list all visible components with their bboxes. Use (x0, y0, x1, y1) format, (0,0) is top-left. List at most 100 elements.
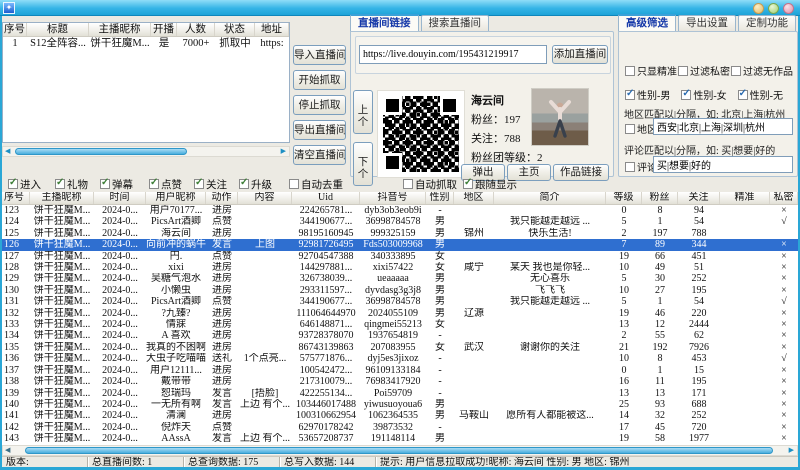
col-region[interactable]: 地区 (454, 192, 494, 204)
checkbox-icon[interactable] (625, 66, 635, 76)
col-index[interactable]: 序号 (2, 192, 30, 204)
export-rooms-button[interactable]: 导出直播间 (293, 120, 346, 140)
toolbar-checkbox[interactable]: 进入 (8, 177, 41, 192)
checkbox-icon[interactable] (678, 66, 688, 76)
main-table-row[interactable]: 136 饼干狂魔M... 2024-0... 大虫子吃喵喵 送礼 1个点亮...… (2, 353, 798, 364)
main-table-row[interactable]: 126 饼干狂魔M... 2024-0... 向前冲的蜗牛 发言 上图 9298… (2, 239, 798, 250)
checkbox-icon[interactable] (625, 162, 635, 172)
col-douyin-id[interactable]: 抖音号 (360, 192, 426, 204)
tab-export-settings[interactable]: 导出设置 (678, 15, 736, 31)
rooms-hscrollbar[interactable]: ◀ ▶ (2, 146, 290, 157)
gender-checkbox[interactable]: 性别-无 (738, 87, 783, 102)
rooms-col-index[interactable]: 序号 (3, 23, 27, 36)
col-precise[interactable]: 精准 (720, 192, 770, 204)
rooms-col-url[interactable]: 地址 (255, 23, 289, 36)
main-hscrollbar-thumb[interactable] (25, 447, 773, 454)
toolbar-checkbox[interactable]: 点赞 (149, 177, 182, 192)
rooms-col-status[interactable]: 状态 (215, 23, 255, 36)
toolbar-checkbox[interactable]: 自动抓取 (403, 177, 457, 192)
main-table-row[interactable]: 127 饼干狂魔M... 2024-0... 円. 点赞 92704547388… (2, 251, 798, 262)
prev-room-button[interactable]: 上个 (353, 90, 373, 134)
col-private[interactable]: 私密 (770, 192, 798, 204)
toolbar-checkbox[interactable]: 礼物 (55, 177, 88, 192)
main-table-row[interactable]: 129 饼干狂魔M... 2024-0... 吴糖气泡水 进房 32673803… (2, 273, 798, 284)
checkbox-icon[interactable] (100, 179, 110, 189)
checkbox-icon[interactable] (625, 90, 635, 100)
checkbox-icon[interactable] (55, 179, 65, 189)
main-table-row[interactable]: 123 饼干狂魔M... 2024-0... 用户70177... 进房 224… (2, 205, 798, 216)
col-uid[interactable]: Uid (292, 192, 360, 204)
checkbox-icon[interactable] (194, 179, 204, 189)
main-table-row[interactable]: 143 饼干狂魔M... 2024-0... AAssA 发言 上边 有个...… (2, 433, 798, 444)
rooms-hscrollbar-thumb[interactable] (15, 148, 187, 155)
col-action[interactable]: 动作 (206, 192, 238, 204)
col-level[interactable]: 等级 (606, 192, 642, 204)
col-fans[interactable]: 粉丝 (642, 192, 678, 204)
tab-custom-functions[interactable]: 定制功能 (738, 15, 796, 31)
main-table-row[interactable]: 130 饼干狂魔M... 2024-0... 小懒虫 进房 293311597.… (2, 285, 798, 296)
col-follows[interactable]: 关注 (678, 192, 720, 204)
minimize-button[interactable] (753, 3, 764, 14)
close-button[interactable] (783, 3, 794, 14)
rooms-col-title[interactable]: 标题 (27, 23, 89, 36)
toolbar-checkbox[interactable]: 弹幕 (100, 177, 133, 192)
main-table-row[interactable]: 135 饼干狂魔M... 2024-0... 我真的不困啊 进房 8674313… (2, 342, 798, 353)
col-time[interactable]: 时间 (94, 192, 146, 204)
tab-room-link[interactable]: 直播间链接 (350, 14, 419, 31)
toolbar-checkbox[interactable]: 升级 (239, 177, 272, 192)
toolbar-checkbox[interactable]: 跟随显示 (463, 177, 517, 192)
col-gender[interactable]: 性别 (426, 192, 454, 204)
main-table-row[interactable]: 124 饼干狂魔M... 2024-0... PicsArt酒卿 点赞 3441… (2, 216, 798, 227)
gender-checkbox[interactable]: 性别-女 (681, 87, 726, 102)
checkbox-icon[interactable] (625, 124, 635, 134)
checkbox-icon[interactable] (463, 179, 473, 189)
checkbox-icon[interactable] (289, 179, 299, 189)
rooms-col-live[interactable]: 开播 (151, 23, 177, 36)
tab-search-room[interactable]: 搜索直播间 (421, 15, 490, 31)
toolbar-checkbox[interactable]: 自动去重 (289, 177, 343, 192)
filter-checkbox[interactable]: 过滤无作品 (731, 63, 793, 78)
filter-checkbox[interactable]: 过滤私密 (678, 63, 730, 78)
main-table-row[interactable]: 142 饼干狂魔M... 2024-0... 倪炸天 点赞 6297017824… (2, 422, 798, 433)
main-hscrollbar[interactable]: ◀ ▶ (2, 445, 798, 456)
filter-checkbox[interactable]: 只显精准 (625, 63, 677, 78)
rooms-col-streamer[interactable]: 主播昵称 (89, 23, 151, 36)
scroll-left-icon[interactable]: ◀ (5, 446, 10, 455)
checkbox-icon[interactable] (239, 179, 249, 189)
col-streamer[interactable]: 主播昵称 (30, 192, 94, 204)
add-room-button[interactable]: 添加直播间 (552, 45, 608, 64)
room-url-input[interactable] (359, 45, 547, 64)
main-table-row[interactable]: 131 饼干狂魔M... 2024-0... PicsArt酒卿 点赞 3441… (2, 296, 798, 307)
rooms-row[interactable]: 1 S12全阵容... 饼干狂魔M... 是 7000+ 抓取中 https: (3, 37, 289, 50)
toolbar-checkbox[interactable]: 关注 (194, 177, 227, 192)
main-table-row[interactable]: 134 饼干狂魔M... 2024-0... A 喜欢 进房 937283780… (2, 330, 798, 341)
stop-capture-button[interactable]: 停止抓取 (293, 95, 346, 115)
comment-input[interactable] (653, 156, 793, 173)
clear-rooms-button[interactable]: 清空直播间 (293, 145, 346, 165)
main-table-row[interactable]: 133 饼干狂魔M... 2024-0... 情寐 进房 646148871..… (2, 319, 798, 330)
start-capture-button[interactable]: 开始抓取 (293, 70, 346, 90)
maximize-button[interactable] (768, 3, 779, 14)
col-content[interactable]: 内容 (238, 192, 292, 204)
checkbox-icon[interactable] (403, 179, 413, 189)
scroll-right-icon[interactable]: ▶ (789, 446, 794, 455)
import-rooms-button[interactable]: 导入直播间 (293, 45, 346, 65)
main-table-row[interactable]: 128 饼干狂魔M... 2024-0... xixi 进房 144297881… (2, 262, 798, 273)
checkbox-icon[interactable] (681, 90, 691, 100)
checkbox-icon[interactable] (738, 90, 748, 100)
main-table-row[interactable]: 125 饼干狂魔M... 2024-0... 海云间 进房 9819516094… (2, 228, 798, 239)
main-table-row[interactable]: 138 饼干狂魔M... 2024-0... 戴带带 进房 217310079.… (2, 376, 798, 387)
checkbox-icon[interactable] (731, 66, 741, 76)
gender-checkbox[interactable]: 性别-男 (625, 87, 670, 102)
checkbox-icon[interactable] (8, 179, 18, 189)
tab-advanced-filter[interactable]: 高级筛选 (618, 14, 676, 31)
main-table-row[interactable]: 140 饼干狂魔M... 2024-0... 一无所有啊 发言 上边 有个...… (2, 399, 798, 410)
checkbox-icon[interactable] (149, 179, 159, 189)
col-bio[interactable]: 简介 (494, 192, 606, 204)
main-table-row[interactable]: 132 饼干狂魔M... 2024-0... ?九臻? 进房 111064644… (2, 308, 798, 319)
scroll-right-icon[interactable]: ▶ (281, 147, 286, 156)
rooms-col-viewers[interactable]: 人数 (177, 23, 215, 36)
region-input[interactable] (653, 118, 793, 135)
main-table-row[interactable]: 137 饼干狂魔M... 2024-0... 用户12111... 进房 100… (2, 365, 798, 376)
col-username[interactable]: 用户昵称 (146, 192, 206, 204)
